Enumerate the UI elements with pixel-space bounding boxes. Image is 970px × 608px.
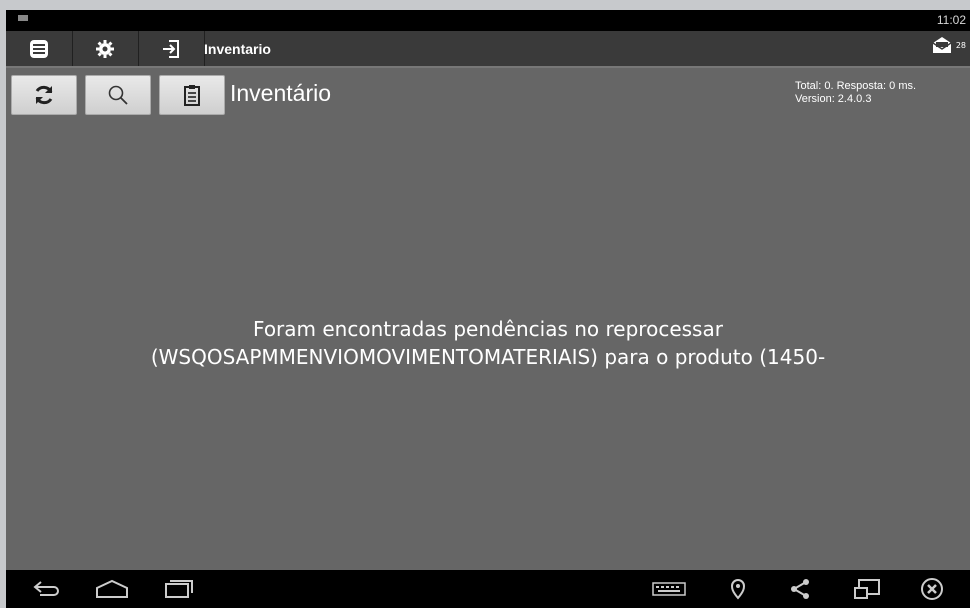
window-icon[interactable] [852,576,882,602]
menu-button[interactable] [6,31,73,66]
pending-message: Foram encontradas pendências no reproces… [6,315,970,371]
back-icon[interactable] [32,576,62,602]
status-time: 11:02 [936,13,966,27]
mail-icon [932,37,952,53]
location-icon[interactable] [728,576,748,602]
navigation-bar [6,570,970,608]
keyboard-status-icon [18,15,28,21]
search-icon [108,85,128,105]
message-line-1: Foram encontradas pendências no reproces… [253,317,723,341]
mail-count-badge: 28 [955,40,966,50]
recents-icon[interactable] [164,576,194,602]
login-icon [163,39,179,58]
close-icon[interactable] [919,576,945,602]
login-button[interactable] [138,31,205,66]
status-bar: 11:02 [6,10,970,31]
message-line-2: (WSQOSAPMMENVIOMOVIMENTOMATERIAIS) para … [150,345,826,369]
total-response-text: Total: 0. Resposta: 0 ms. [795,80,917,92]
keyboard-icon[interactable] [652,576,686,602]
page-title: Inventário [230,80,332,106]
mail-button[interactable]: 28 [931,35,966,55]
clipboard-button[interactable] [159,75,225,115]
action-bar: Inventario 28 [6,31,970,68]
share-icon[interactable] [789,576,813,602]
app-screen: 11:02 Inventario 28 Inventário Total: 0.… [6,10,970,608]
version-text: Version: 2.4.0.3 [795,93,872,105]
clipboard-icon [184,85,200,106]
action-bar-title: Inventario [204,40,271,57]
refresh-button[interactable] [11,75,77,115]
search-button[interactable] [85,75,151,115]
refresh-icon [35,85,53,105]
list-icon [30,39,48,58]
settings-button[interactable] [72,31,139,66]
home-icon[interactable] [95,576,129,602]
gear-icon [96,39,114,58]
info-panel: Total: 0. Resposta: 0 ms. Version: 2.4.0… [795,80,916,106]
